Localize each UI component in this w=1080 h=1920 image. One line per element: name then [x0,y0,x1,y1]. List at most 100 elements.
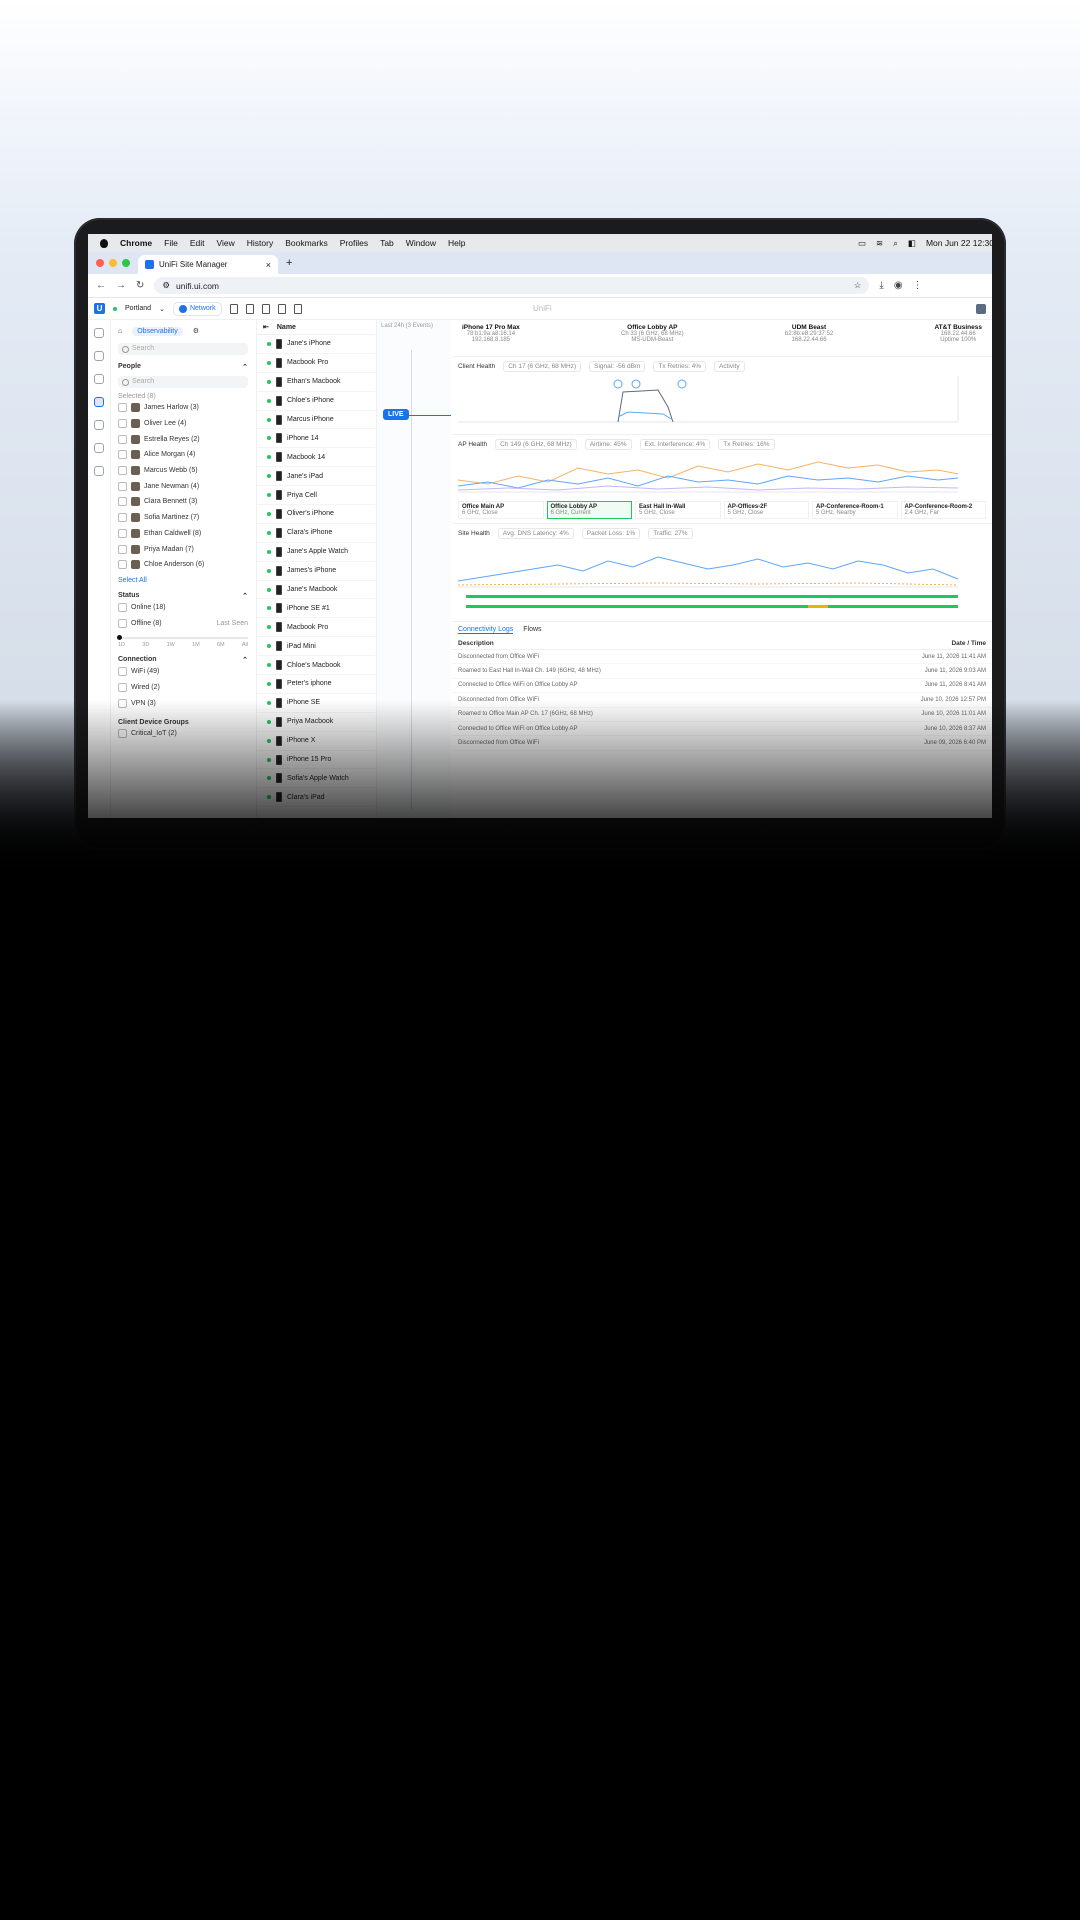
menu-help[interactable]: Help [448,238,465,248]
timeline-track[interactable] [411,350,412,810]
control-center-icon[interactable]: ◧ [908,238,916,249]
person-row[interactable]: Jane Newman (4) [118,478,248,494]
menu-bookmarks[interactable]: Bookmarks [285,238,328,248]
address-bar[interactable]: ⚙ unifi.ui.com ☆ [154,277,870,294]
tab-observability[interactable]: Observability [132,326,183,336]
chevron-down-icon[interactable]: ⌄ [159,305,165,313]
log-row[interactable]: Roamed to East Hall In-Wall Ch. 149 (6GH… [452,664,992,679]
client-row[interactable]: Clara's iPad [257,788,375,808]
apple-icon[interactable] [100,238,108,248]
person-row[interactable]: Estrella Reyes (2) [118,431,248,447]
people-search-input[interactable]: Search [118,376,248,388]
back-icon[interactable]: ← [96,280,106,291]
client-row[interactable]: iPhone SE [257,694,375,713]
menu-history[interactable]: History [247,238,273,248]
client-row[interactable]: Jane's Apple Watch [257,543,375,562]
phone-icon[interactable] [245,303,254,314]
client-row[interactable]: iPhone X [257,732,375,751]
channel-chip[interactable]: Ch 17 (6 GHz, 68 MHz) [503,361,582,372]
traffic-chip[interactable]: Traffic: 27% [648,528,693,539]
wifi-icon[interactable]: ≋ [876,238,883,249]
more-menu-icon[interactable]: ⋮ [913,280,923,291]
client-row[interactable]: Priya Cell [257,486,375,506]
people-tab-icon[interactable]: ⌂ [118,328,122,335]
person-checkbox[interactable] [118,528,127,538]
selected-count[interactable]: Selected (8) [118,393,248,400]
collapse-list-icon[interactable]: ⇤ [263,323,269,331]
log-row[interactable]: Disconnected from Office WiFi June 10, 20… [452,693,992,708]
log-row[interactable]: Disconnected from Office WiFi June 11, 20… [452,650,992,665]
timeline-range[interactable]: Last 24h (3 Events) [377,320,451,332]
person-row[interactable]: Clara Bennett (3) [118,494,248,510]
download-icon[interactable]: ⤓ [879,280,883,291]
settings-tab-icon[interactable]: ⚙ [193,327,199,335]
client-row[interactable]: Ethan's Macbook [257,373,375,392]
tab-flows[interactable]: Flows [523,626,541,634]
group-checkbox[interactable] [118,729,127,739]
new-tab-button[interactable]: + [278,257,300,274]
activity-chip[interactable]: Activity [714,361,745,372]
signal-chip[interactable]: Signal: -56 dBm [589,361,646,372]
person-row[interactable]: Oliver Lee (4) [118,416,248,432]
client-row[interactable]: Chloe's Macbook [257,656,375,676]
person-checkbox[interactable] [118,544,127,554]
interference-chip[interactable]: Ext. Interference: 4% [639,439,711,450]
reload-icon[interactable]: ↻ [136,280,144,291]
client-row[interactable]: iPhone 15 Pro [257,751,375,770]
topology-node-ap[interactable]: Office Lobby AP Ch 33 (6 GHz, 68 MHz) MS-U… [621,324,684,356]
client-row[interactable]: iPhone SE #1 [257,599,375,619]
tx-retries-chip[interactable]: Tx Retries: 16% [718,439,775,450]
client-row[interactable]: Jane's iPhone [257,335,375,354]
zoom-window-button[interactable] [122,259,130,267]
collapse-icon[interactable]: ⌃ [242,363,248,371]
browser-tab[interactable]: UniFi Site Manager × [138,255,278,274]
live-badge[interactable]: LIVE [383,409,409,420]
person-row[interactable]: James Harlow (3) [118,400,248,416]
person-row[interactable]: Sofia Martinez (7) [118,510,248,526]
client-row[interactable]: Priya Macbook [257,713,375,732]
description-column-header[interactable]: Description [458,640,494,647]
collapse-icon[interactable]: ⌃ [242,592,248,600]
ap-card[interactable]: AP-Offices-2F 5 GHz, Close [723,501,809,519]
ap-card[interactable]: East Hall In-Wall 5 GHz, Close [635,501,721,519]
client-row[interactable]: Macbook Pro [257,354,375,373]
site-health-graph[interactable] [457,539,986,615]
ap-card[interactable]: AP-Conference-Room-2 2.4 GHz, Far [900,501,986,519]
topology-node-gateway[interactable]: UDM Beast b2:8b:e8:29:37:52 168.22.44.66 [785,324,833,356]
client-row[interactable]: Clara's iPhone [257,524,375,543]
client-row[interactable]: Macbook Pro [257,618,375,638]
status-checkbox[interactable] [118,618,127,628]
dns-latency-chip[interactable]: Avg. DNS Latency: 4% [497,528,574,539]
access-icon[interactable] [261,303,270,314]
site-info-icon[interactable]: ⚙ [162,280,170,291]
client-row[interactable]: Macbook 14 [257,448,375,468]
tx-retries-chip[interactable]: Tx Retries: 4% [653,361,707,372]
date-column-header[interactable]: Date / Time [951,640,986,647]
topology-icon[interactable] [94,351,104,361]
talk-icon[interactable] [293,303,302,314]
person-row[interactable]: Ethan Caldwell (8) [118,526,248,542]
minimize-window-button[interactable] [109,259,117,267]
user-avatar[interactable] [976,303,986,314]
devices-icon[interactable] [94,374,104,384]
status-checkbox[interactable] [118,602,127,612]
network-app-button[interactable]: Network [172,301,222,316]
ap-card[interactable]: Office Lobby AP 6 GHz, Current [546,501,632,519]
client-health-graph[interactable] [458,372,986,428]
person-checkbox[interactable] [118,466,127,476]
protect-icon[interactable] [277,303,286,314]
menubar-app-name[interactable]: Chrome [120,238,152,248]
packet-loss-chip[interactable]: Packet Loss: 1% [581,528,641,539]
person-checkbox[interactable] [118,434,127,444]
topology-node-client[interactable]: iPhone 17 Pro Max 78:b1:9a:a8:16:14 192.16… [462,324,520,356]
person-row[interactable]: Marcus Webb (5) [118,463,248,479]
search-icon[interactable]: ⌕ [893,238,898,249]
collapse-icon[interactable]: ⌃ [242,656,248,664]
person-checkbox[interactable] [118,560,127,570]
person-row[interactable]: Alice Morgan (4) [118,447,248,463]
client-row[interactable]: iPad Mini [257,637,375,657]
client-row[interactable]: Oliver's iPhone [257,505,375,524]
insights-icon[interactable] [94,466,104,476]
battery-icon[interactable]: ▭ [858,238,866,249]
person-checkbox[interactable] [118,481,127,491]
